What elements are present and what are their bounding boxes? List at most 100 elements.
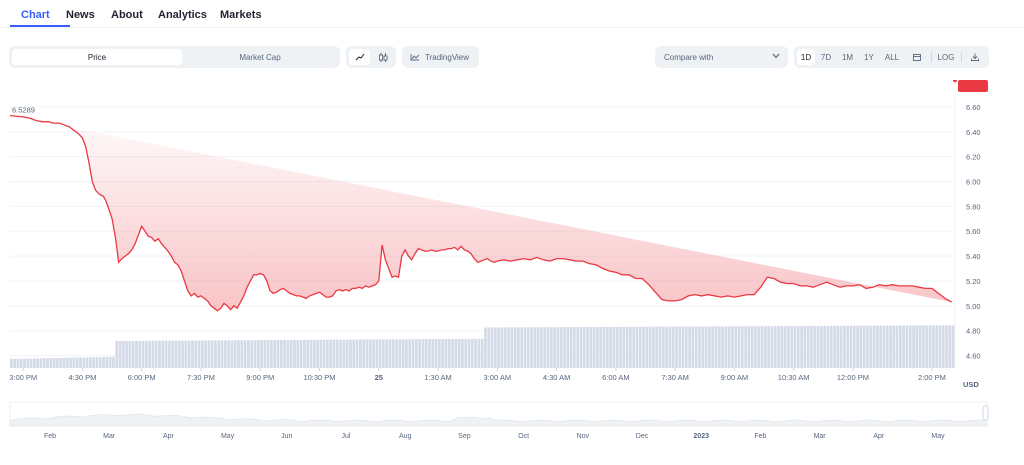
- volume-bar: [418, 339, 421, 368]
- tab-chart[interactable]: Chart: [21, 9, 50, 21]
- compare-with-label: Compare with: [664, 52, 714, 62]
- volume-bar: [497, 327, 501, 368]
- line-chart-button[interactable]: [349, 49, 370, 65]
- volume-bar: [510, 327, 514, 368]
- log-scale-button[interactable]: LOG: [935, 49, 957, 65]
- volume-bar: [717, 326, 721, 368]
- x-tick-label: 1:30 AM: [424, 373, 452, 382]
- y-tick-label: 5.00: [966, 302, 981, 311]
- range-navigator[interactable]: Feb Mar Apr May Jun Jul Aug Sep Oct Nov Dec 2023 Feb…: [9, 401, 989, 440]
- navigator-label: Feb: [754, 433, 766, 440]
- volume-bar: [59, 357, 63, 368]
- volume-bar: [675, 326, 678, 368]
- volume-bar: [125, 340, 128, 368]
- volume-bar: [16, 358, 20, 368]
- volume-bar: [299, 339, 303, 368]
- range-7d-button[interactable]: 7D: [817, 49, 835, 65]
- volume-bar: [885, 325, 889, 368]
- volume-bar: [694, 326, 698, 368]
- volume-bar: [704, 326, 708, 368]
- volume-bar: [342, 339, 346, 368]
- volume-bar: [945, 325, 948, 368]
- y-tick-label: 5.60: [966, 227, 981, 236]
- navigator-label: Apr: [873, 433, 885, 440]
- compare-with-dropdown[interactable]: Compare with: [655, 46, 788, 68]
- tradingview-label: TradingView: [425, 52, 470, 62]
- volume-bar: [319, 339, 323, 368]
- calendar-button[interactable]: [908, 49, 926, 65]
- tab-bar: Chart News About Analytics Markets: [0, 0, 1024, 30]
- volume-bar: [487, 327, 491, 368]
- volume-bar: [270, 340, 273, 368]
- volume-bar: [714, 326, 718, 368]
- range-1m-button[interactable]: 1M: [838, 49, 857, 65]
- candlestick-button[interactable]: [372, 49, 393, 65]
- volume-bar: [503, 327, 507, 368]
- volume-bar: [800, 325, 803, 368]
- x-tick-label: 4:30 AM: [543, 373, 571, 382]
- volume-bar: [13, 358, 16, 368]
- volume-bar: [773, 326, 777, 368]
- navigator-label: Sep: [458, 433, 471, 440]
- chart-markers: 6.5289 5.03: [12, 80, 988, 115]
- navigator-label: Feb: [44, 433, 56, 440]
- volume-bar: [372, 339, 375, 368]
- range-separator: [961, 52, 962, 62]
- volume-bar: [388, 339, 392, 368]
- range-all-button[interactable]: ALL: [881, 49, 903, 65]
- volume-bar: [467, 338, 471, 368]
- y-tick-label: 5.40: [966, 252, 981, 261]
- range-1y-button[interactable]: 1Y: [860, 49, 878, 65]
- volume-bar: [526, 327, 530, 368]
- volume-bar: [935, 325, 938, 368]
- volume-bar: [378, 339, 382, 368]
- x-tick-label: 2:00 PM: [918, 373, 946, 382]
- volume-bar: [345, 339, 349, 368]
- tab-news[interactable]: News: [66, 9, 95, 21]
- volume-bar: [210, 340, 214, 368]
- y-tick-label: 5.20: [966, 277, 981, 286]
- volume-bar: [661, 326, 665, 368]
- volume-bar: [829, 325, 833, 368]
- volume-bar: [131, 340, 135, 368]
- volume-bar: [391, 339, 395, 368]
- x-tick-label: 9:00 AM: [721, 373, 749, 382]
- tab-analytics[interactable]: Analytics: [158, 9, 207, 21]
- tab-divider: [0, 27, 1024, 28]
- volume-bar: [204, 340, 207, 368]
- navigator-label: May: [221, 433, 235, 440]
- range-1d-button[interactable]: 1D: [797, 49, 815, 65]
- volume-bar: [586, 327, 589, 368]
- volume-bar: [866, 325, 869, 368]
- y-tick-label: 4.80: [966, 327, 981, 336]
- volume-bar: [164, 340, 168, 368]
- volume-bar: [177, 340, 181, 368]
- volume-bar: [441, 339, 445, 368]
- volume-bar: [619, 326, 622, 368]
- currency-label: USD: [963, 380, 979, 389]
- volume-bar: [187, 340, 191, 368]
- volume-bar: [289, 339, 293, 368]
- volume-bar: [355, 339, 359, 368]
- volume-bar: [582, 327, 586, 368]
- volume-bar: [915, 325, 919, 368]
- navigator-label: May: [931, 433, 945, 440]
- volume-bar: [556, 327, 560, 368]
- volume-bar: [415, 339, 418, 368]
- market-cap-button[interactable]: Market Cap: [183, 49, 337, 65]
- tab-markets[interactable]: Markets: [220, 9, 262, 21]
- volume-bar: [517, 327, 520, 368]
- download-button[interactable]: [966, 49, 984, 65]
- volume-bar: [780, 326, 784, 368]
- volume-bar: [141, 340, 145, 368]
- price-chart[interactable]: 6.5289 5.03 6.60 6.40 6.20 6.00 5.80 5.60 5.40 5…: [0, 80, 1024, 465]
- tradingview-button[interactable]: TradingView: [402, 46, 479, 68]
- price-button[interactable]: Price: [12, 49, 182, 65]
- x-tick-label: 6:00 PM: [128, 373, 156, 382]
- volume-bar: [839, 325, 843, 368]
- volume-bar: [461, 338, 464, 368]
- tab-about[interactable]: About: [111, 9, 143, 21]
- volume-bar: [464, 338, 468, 368]
- volume-bar: [520, 327, 524, 368]
- volume-bar: [322, 339, 326, 368]
